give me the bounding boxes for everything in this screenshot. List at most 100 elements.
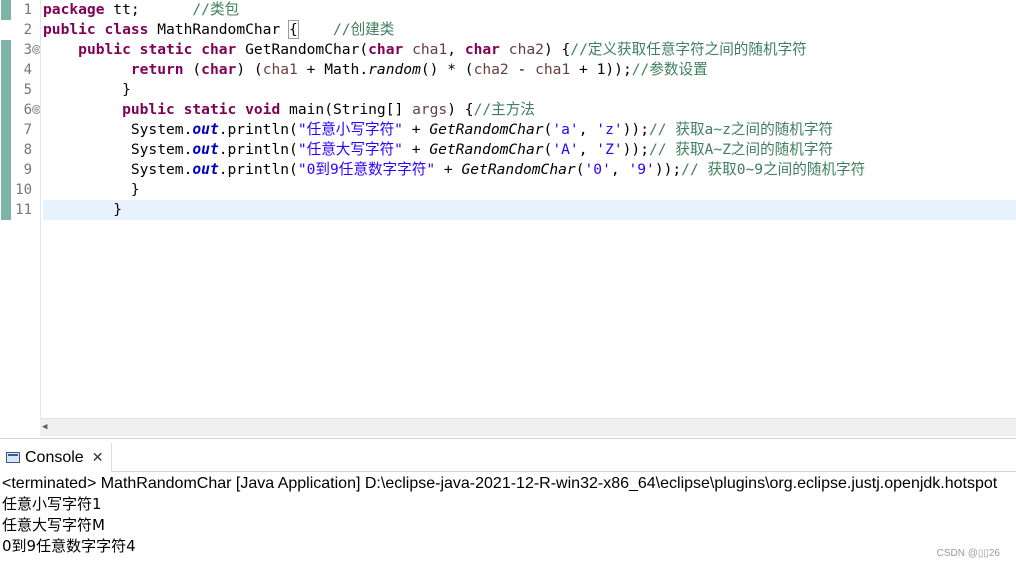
code-token: , [578,141,597,158]
code-token: + [402,141,430,158]
code-text-area[interactable]: package tt; //类包 public class MathRandomC… [43,0,1016,418]
code-token: tt; [104,1,193,18]
console-output-line: 0到9任意数字字符4 [2,537,136,555]
code-line: } [43,180,140,200]
code-token: () * ( [420,61,474,78]
close-icon[interactable]: ✕ [92,450,104,466]
line-number: 8 [23,142,32,158]
code-token-prm: cha2 [508,41,544,58]
console-tab-label: Console [25,448,84,466]
code-token: ( [575,161,585,178]
console-icon [6,452,20,463]
code-token-str: "任意大写字符" [297,141,403,158]
code-token-kw: static [139,41,193,58]
gutter-divider [40,0,41,418]
code-token-mth-i: random [368,61,421,78]
code-token: MathRandomChar [148,21,290,38]
code-token-cm: // 获取a~z之间的随机字符 [649,121,834,138]
code-token-str: "任意小写字符" [297,121,403,138]
console-output-line: 任意小写字符1 [2,495,102,513]
quick-diff-marker [1,40,11,220]
code-token: + [435,161,462,178]
code-token-str: 'a' [552,121,579,138]
console-output-line: 任意大写字符M [2,516,105,534]
code-line: public static void main(String[] args) {… [43,100,535,120]
code-token-cm: //主方法 [473,101,535,118]
line-number: 11 [15,202,32,218]
code-token-str: '0' [584,161,611,178]
current-line-highlight [43,200,1016,220]
code-token: + Math. [297,61,369,78]
tab-console[interactable]: Console ✕ [0,443,113,472]
editor-gutter: 1 2 3 4 5 6 7 8 9 10 11 ⊖ ⊖ [0,0,41,418]
code-token-cm: //创建类 [333,21,395,38]
code-token: ) ( [236,61,263,78]
code-line: package tt; //类包 [43,0,239,20]
code-token-fld: out [192,141,219,158]
code-token: + 1)); [570,61,632,78]
code-line: public class MathRandomChar { //创建类 [43,20,394,40]
code-editor[interactable]: 1 2 3 4 5 6 7 8 9 10 11 ⊖ ⊖ package tt; //类包 public… [0,0,1016,418]
code-line: } [43,200,122,220]
code-token-fld: out [192,161,219,178]
code-line: return (char) (cha1 + Math.random() * (c… [43,60,708,80]
code-token: , [447,41,465,58]
horizontal-scrollbar[interactable]: ◀ [40,418,1016,436]
code-token-mth-i: GetRandomChar [429,121,544,138]
code-token-kw: class [104,21,149,38]
code-token-cm: //类包 [192,1,240,18]
code-token-prm: cha1 [262,61,298,78]
code-line: System.out.println("0到9任意数字字符" + GetRand… [43,160,865,180]
code-token: } [43,81,131,98]
quick-diff-marker [1,0,11,20]
code-line: System.out.println("任意大写字符" + GetRandomC… [43,140,833,160]
code-token-prm: cha1 [535,61,571,78]
console-view: Console ✕ <terminated> MathRandomChar [J… [0,438,1016,567]
code-token: , [578,121,597,138]
line-number: 9 [23,162,32,178]
code-line: public static char GetRandomChar(char ch… [43,40,807,60]
code-token-kw: public [43,21,96,38]
console-output[interactable]: 任意小写字符1 任意大写字符M 0到9任意数字字符4 [2,494,136,557]
code-token-mth-i: GetRandomChar [429,141,544,158]
line-number: 5 [23,82,32,98]
code-token: + [402,121,430,138]
console-tab-bar: Console ✕ [0,439,1016,472]
code-token: } [43,181,140,198]
code-token: } [43,201,123,218]
code-token-mth-i: GetRandomChar [461,161,576,178]
code-token-kw: char [201,61,237,78]
code-token: .println( [218,141,298,158]
code-token-str: "0到9任意数字字符" [297,161,436,178]
code-token-cm: //定义获取任意字符之间的随机字符 [570,41,807,58]
code-token: - [508,61,536,78]
line-number: 3 [23,42,32,58]
line-number: 1 [23,2,32,18]
code-token: ) { [543,41,571,58]
code-token: System. [43,141,193,158]
code-token-str: '9' [628,161,655,178]
line-number: 2 [23,22,32,38]
code-token-cm: //参数设置 [631,61,708,78]
code-token-fld: out [192,121,219,138]
code-token-str: 'Z' [596,141,623,158]
code-token: GetRandomChar( [236,41,369,58]
code-token: main(String[] [280,101,413,118]
scroll-left-arrow-icon[interactable]: ◀ [42,422,47,432]
line-number: 6 [23,102,32,118]
code-token-prm: cha2 [473,61,509,78]
code-token: .println( [218,121,298,138]
code-token-kw: public [78,41,131,58]
code-token-kw: void [245,101,281,118]
code-token-prm: cha1 [412,41,448,58]
code-token: ( [183,61,202,78]
